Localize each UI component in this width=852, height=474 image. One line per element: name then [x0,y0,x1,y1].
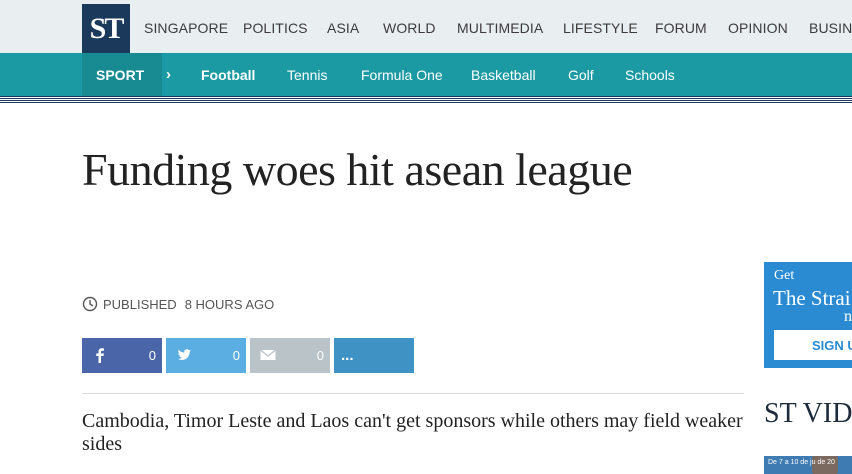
video-thumbnail-caption: De 7 a 10 de ju de 20 [768,459,835,466]
nav-singapore[interactable]: SINGAPORE [144,20,228,36]
signup-button[interactable]: SIGN U [774,330,852,360]
subnav-basketball[interactable]: Basketball [471,67,536,83]
section-sport[interactable]: SPORT [82,53,162,96]
section-sport-label: SPORT [96,67,145,83]
published-time: 8 HOURS AGO [184,296,275,312]
more-share-button[interactable]: ... [334,338,414,373]
nav-lifestyle[interactable]: LIFESTYLE [563,20,638,36]
facebook-share-button[interactable]: 0 [82,338,162,373]
twitter-share-count: 0 [232,348,240,363]
clock-icon [82,296,98,312]
subnav-formula-one[interactable]: Formula One [361,67,443,83]
nav-forum[interactable]: FORUM [655,20,707,36]
signup-button-label: SIGN U [812,338,852,353]
twitter-icon [177,349,191,360]
st-logo[interactable]: ST [82,4,130,53]
nav-world[interactable]: WORLD [383,20,436,36]
nav-business[interactable]: BUSINE [809,20,852,36]
nav-asia[interactable]: ASIA [327,20,359,36]
subnav-football[interactable]: Football [201,67,255,83]
email-share-button[interactable]: 0 [250,338,330,373]
facebook-icon [96,348,104,363]
twitter-share-button[interactable]: 0 [166,338,246,373]
nav-multimedia[interactable]: MULTIMEDIA [457,20,543,36]
chevron-right-icon: › [166,66,171,83]
article-standfirst: Cambodia, Timor Leste and Laos can't get… [82,410,743,455]
email-icon [260,349,276,360]
promo-title: The Strai [773,286,851,310]
article-headline: Funding woes hit asean league [82,144,633,195]
subnav-schools[interactable]: Schools [625,67,675,83]
article-divider [82,393,744,394]
published-label: PUBLISHED [103,296,177,312]
subnav-tennis[interactable]: Tennis [287,67,327,83]
nav-opinion[interactable]: OPINION [728,20,788,36]
email-share-count: 0 [316,348,324,363]
video-thumbnail[interactable]: De 7 a 10 de ju de 20 [764,456,852,474]
more-options-icon: ... [341,347,354,364]
newsletter-promo: Get The Strai n SIGN U [764,262,852,368]
promo-get-text: Get [774,268,795,283]
promo-subtitle: n [844,308,852,325]
subnav-golf[interactable]: Golf [568,67,594,83]
facebook-share-count: 0 [148,348,156,363]
st-video-heading: ST VID [764,398,852,429]
nav-politics[interactable]: POLITICS [243,20,308,36]
header-divider-stripes [0,96,852,103]
published-info: PUBLISHED 8 HOURS AGO [82,296,274,312]
